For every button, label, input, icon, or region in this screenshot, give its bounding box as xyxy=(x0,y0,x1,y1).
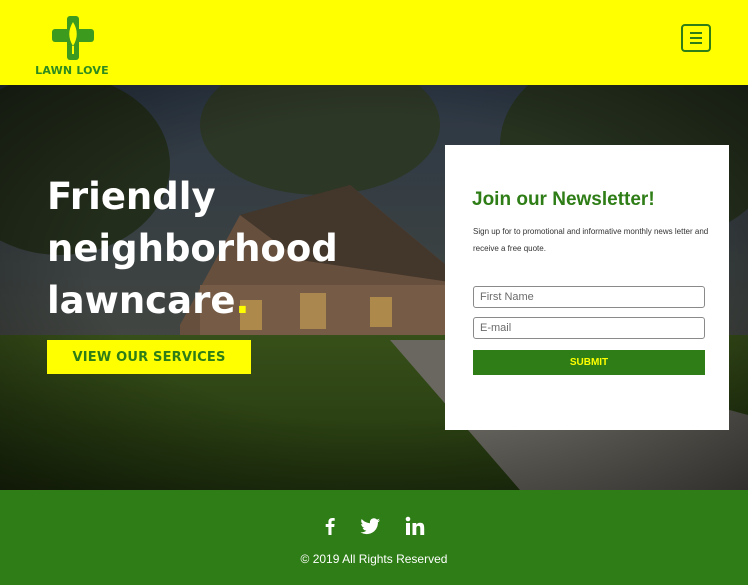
hero-section: Friendly neighborhood lawncare. VIEW OUR… xyxy=(0,85,748,490)
email-input[interactable] xyxy=(473,317,705,339)
hero-title-line: lawncare. xyxy=(47,275,427,327)
hero-title: Friendly neighborhood lawncare. xyxy=(47,171,427,327)
view-services-button[interactable]: VIEW OUR SERVICES xyxy=(47,340,251,374)
leaf-cross-logo-icon xyxy=(52,16,94,60)
hero-title-dot: . xyxy=(235,279,250,322)
linkedin-icon[interactable] xyxy=(403,514,427,538)
newsletter-description: Sign up for to promotional and informati… xyxy=(473,227,709,253)
hamburger-line xyxy=(690,42,702,44)
first-name-input[interactable] xyxy=(473,286,705,308)
newsletter-title: Join our Newsletter! xyxy=(472,189,655,210)
logo-text: LAWN LOVE xyxy=(35,64,109,77)
hero-title-word: lawncare xyxy=(47,279,236,322)
hero-title-line: neighborhood xyxy=(47,227,338,270)
hamburger-menu-button[interactable] xyxy=(681,24,711,52)
twitter-icon[interactable] xyxy=(358,514,382,538)
facebook-icon[interactable] xyxy=(318,514,342,538)
logo[interactable]: LAWN LOVE xyxy=(33,16,111,77)
newsletter-card: Join our Newsletter! Sign up for to prom… xyxy=(445,145,729,430)
site-header: LAWN LOVE xyxy=(0,0,748,85)
copyright-text: © 2019 All Rights Reserved xyxy=(300,552,448,566)
hamburger-menu-icon xyxy=(690,32,702,34)
hamburger-line xyxy=(690,37,702,39)
site-footer: © 2019 All Rights Reserved xyxy=(0,490,748,585)
submit-button[interactable]: SUBMIT xyxy=(473,350,705,375)
hero-title-line: Friendly xyxy=(47,175,216,218)
